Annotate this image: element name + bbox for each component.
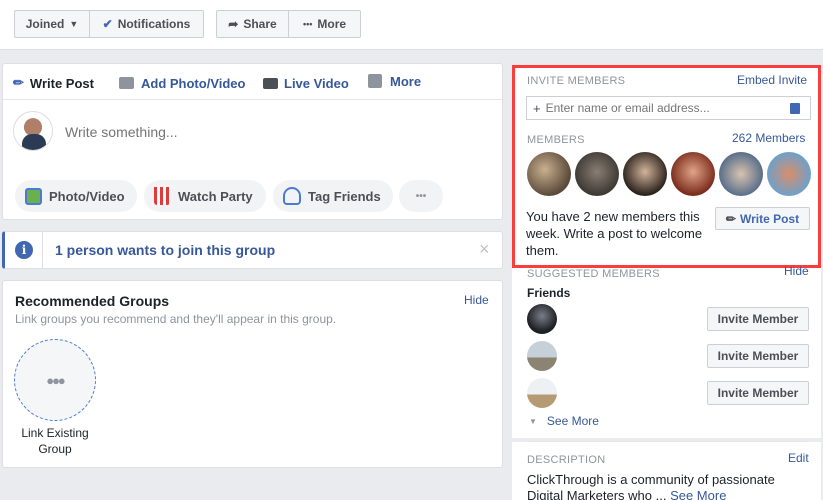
link-existing-group-button[interactable]: ●●● (14, 339, 96, 421)
more-grid-icon (368, 74, 382, 88)
link-existing-group-label: Link Existing Group (21, 426, 89, 456)
tag-friends-button[interactable]: Tag Friends (273, 180, 393, 212)
more-button[interactable]: ••• More (288, 10, 361, 38)
tab-label: Add Photo/Video (141, 75, 246, 91)
notifications-button[interactable]: ✔ Notifications (89, 10, 204, 38)
tag-friends-icon (283, 187, 301, 205)
invite-member-button[interactable]: Invite Member (707, 381, 809, 405)
watch-party-button[interactable]: Watch Party (144, 180, 266, 212)
ellipsis-icon: ••• (415, 190, 427, 202)
recommended-groups-card: Recommended Groups Hide Link groups you … (2, 280, 503, 468)
member-avatar[interactable] (575, 152, 619, 196)
friend-avatar[interactable] (527, 304, 557, 334)
pencil-icon: ✏ (725, 211, 736, 226)
join-request-text: 1 person wants to join this group (55, 242, 276, 258)
write-post-button[interactable]: ✏ Write Post (715, 207, 810, 230)
watch-party-label: Watch Party (178, 188, 253, 204)
invite-member-label: Invite Member (717, 312, 799, 326)
description-see-more-link[interactable]: See More (670, 488, 726, 500)
member-avatar[interactable] (527, 152, 571, 196)
friend-avatar[interactable] (527, 341, 557, 371)
tab-label: Live Video (284, 75, 349, 91)
video-camera-icon (263, 77, 278, 89)
composer-card: ✏ Write Post Add Photo/Video Live Video … (2, 63, 503, 220)
invite-member-button[interactable]: Invite Member (707, 307, 809, 331)
invite-member-button[interactable]: Invite Member (707, 344, 809, 368)
composer-tab-more[interactable]: More (368, 71, 421, 91)
write-post-label: Write Post (739, 211, 800, 226)
joined-label: Joined (25, 17, 65, 31)
suggested-hide-link[interactable]: Hide (784, 264, 809, 278)
friends-label: Friends (527, 286, 571, 300)
invite-members-panel: INVITE MEMBERS Embed Invite + MEMBERS 26… (512, 65, 821, 268)
divider (3, 99, 502, 100)
description-text: ClickThrough is a community of passionat… (527, 472, 777, 500)
join-request-banner[interactable]: i 1 person wants to join this group × (2, 231, 503, 269)
contacts-icon[interactable] (789, 102, 800, 114)
close-icon[interactable]: × (479, 239, 490, 260)
see-more-label: See More (546, 414, 599, 428)
member-avatar[interactable] (767, 152, 811, 196)
recommended-title: Recommended Groups (15, 293, 170, 309)
share-arrow-icon: ➦ (228, 17, 239, 31)
invite-members-title: INVITE MEMBERS (527, 75, 626, 87)
check-icon: ✔ (102, 17, 113, 31)
group-icon: ●●● (46, 372, 66, 388)
photo-icon (25, 187, 42, 205)
invite-member-label: Invite Member (717, 386, 799, 400)
composer-tab-add-photo[interactable]: Add Photo/Video (119, 73, 245, 93)
camera-icon (119, 77, 134, 89)
composer-tab-live-video[interactable]: Live Video (263, 73, 349, 93)
embed-invite-link[interactable]: Embed Invite (737, 73, 807, 87)
user-avatar (13, 111, 53, 151)
invite-member-label: Invite Member (717, 349, 799, 363)
suggested-title: SUGGESTED MEMBERS (527, 268, 660, 280)
pencil-icon: ✏ (13, 75, 24, 90)
banner-divider (42, 232, 43, 268)
notifications-label: Notifications (117, 17, 191, 31)
description-edit-link[interactable]: Edit (788, 451, 809, 465)
see-more-link[interactable]: ▼ See More (529, 414, 599, 428)
ellipsis-icon: ••• (302, 19, 313, 29)
member-avatar[interactable] (623, 152, 667, 196)
tag-friends-label: Tag Friends (308, 188, 381, 204)
tab-label: More (390, 73, 422, 89)
members-count-link[interactable]: 262 Members (732, 131, 805, 145)
description-body: ClickThrough is a community of passionat… (527, 472, 775, 500)
more-options-button[interactable]: ••• (399, 180, 443, 212)
info-icon: i (15, 241, 33, 259)
popcorn-icon (154, 187, 170, 205)
tab-label: Write Post (29, 75, 94, 91)
friend-avatar[interactable] (527, 378, 557, 408)
suggested-members-panel: SUGGESTED MEMBERS Hide Friends Invite Me… (512, 264, 821, 438)
members-label: MEMBERS (527, 134, 585, 146)
recommended-hide-link[interactable]: Hide (464, 293, 489, 307)
member-avatar[interactable] (671, 152, 715, 196)
chevron-down-icon: ▼ (529, 416, 537, 426)
composer-tab-write-post[interactable]: ✏ Write Post (13, 73, 94, 93)
share-button[interactable]: ➦ Share (216, 10, 289, 38)
description-panel: DESCRIPTION Edit ClickThrough is a commu… (512, 442, 821, 500)
photo-video-label: Photo/Video (49, 188, 125, 204)
new-members-text: You have 2 new members this week. Write … (526, 209, 703, 258)
photo-video-button[interactable]: Photo/Video (15, 180, 137, 212)
member-avatar[interactable] (719, 152, 763, 196)
more-label: More (317, 17, 347, 31)
share-label: Share (243, 17, 277, 31)
invite-search-field[interactable]: + (526, 96, 811, 120)
description-title: DESCRIPTION (527, 454, 606, 466)
recommended-subtitle: Link groups you recommend and they'll ap… (15, 312, 337, 326)
joined-button[interactable]: Joined ▼ (14, 10, 90, 38)
plus-icon: + (533, 100, 541, 116)
invite-input[interactable] (545, 101, 786, 115)
caret-down-icon: ▼ (69, 19, 79, 29)
post-input[interactable] (65, 121, 485, 143)
